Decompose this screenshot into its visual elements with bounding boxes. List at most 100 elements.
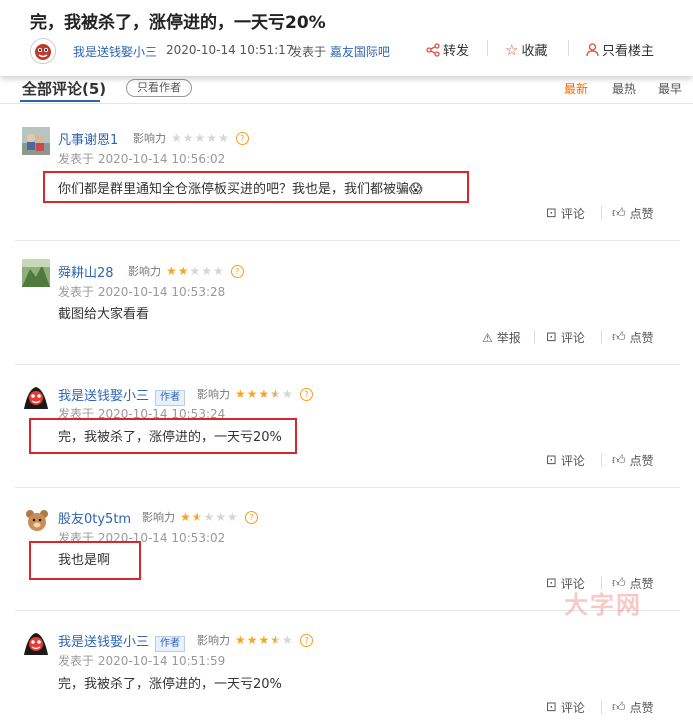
comment-user-name: 我是送钱娶小三 [58,635,150,650]
comment-user[interactable]: 股友0ty5tm [58,508,131,527]
post-time: 2020-10-14 10:51:17 [166,43,294,57]
comment-time: 发表于 2020-10-14 10:56:02 [58,152,226,166]
only-op-button[interactable]: 只看楼主 [586,40,654,59]
rating-stars: ★★★★★ [235,387,294,401]
source-prefix: 发表于 [290,45,327,59]
comment-user[interactable]: 我是送钱娶小三 作者 [58,385,186,406]
only-author-button[interactable]: 只看作者 [126,79,192,97]
comment-user[interactable]: 舜耕山28 [58,262,114,281]
like-label: 点赞 [629,331,654,345]
only-op-label: 只看楼主 [602,44,655,59]
divider [487,40,488,56]
comment-user-name: 我是送钱娶小三 [58,389,150,404]
thumbs-up-icon: 👍︎ [612,330,626,345]
rating-stars: ★★★★★ [235,633,294,647]
avatar[interactable] [22,127,50,155]
warning-icon: ⚠ [482,330,493,345]
post-title: 完，我被杀了，涨停进的，一天亏20% [30,13,326,33]
influence-label: 影响力 [197,634,230,647]
like-button[interactable]: 👍︎ 点赞 [612,699,654,716]
comment-icon: ⊡ [546,330,557,345]
divider [601,453,602,467]
influence-label: 影响力 [128,265,161,278]
help-icon[interactable]: ? [235,131,249,145]
watermark: 大字网 [564,591,642,619]
sort-newest[interactable]: 最新 [564,80,588,97]
like-label: 点赞 [629,454,654,468]
reply-button[interactable]: ⊡ 评论 [546,699,585,716]
like-button[interactable]: 👍︎ 点赞 [612,205,654,222]
avatar-image [31,39,55,63]
active-tab-indicator [20,100,100,102]
avatar[interactable] [24,508,52,536]
thumbs-up-icon: 👍︎ [612,206,626,221]
reply-button[interactable]: ⊡ 评论 [546,452,585,469]
avatar-image [22,383,50,411]
avatar[interactable] [22,259,50,287]
like-button[interactable]: 👍︎ 点赞 [612,452,654,469]
sort-hottest[interactable]: 最热 [612,80,636,97]
avatar[interactable] [22,383,50,411]
like-label: 点赞 [629,701,654,715]
reply-label: 评论 [560,454,585,468]
comment-text: 我也是啊 [58,553,111,568]
influence: 影响力 ★★★★★ ? [197,632,313,648]
forum-link[interactable]: 嘉友国际吧 [330,45,390,59]
comment-text: 完，我被杀了，涨停进的，一天亏20% [58,677,282,692]
post-header: 完，我被杀了，涨停进的，一天亏20% 我是送钱娶小三 2020-10-14 10… [0,0,693,76]
avatar[interactable] [22,629,50,657]
comment-time: 发表于 2020-10-14 10:51:59 [58,654,226,668]
influence-label: 影响力 [133,132,166,145]
post-author-link[interactable]: 我是送钱娶小三 [73,43,157,60]
comment-time: 发表于 2020-10-14 10:53:28 [58,285,226,299]
avatar-image [24,508,50,534]
comment-text: 你们都是群里通知全仓涨停板买进的吧？我也是，我们都被骗😱 [58,182,423,197]
author-badge: 作者 [155,390,186,406]
comment-divider [15,240,680,241]
author-avatar[interactable] [30,38,56,64]
divider [568,40,569,56]
sort-oldest[interactable]: 最早 [658,80,682,97]
reply-label: 评论 [560,207,585,221]
reply-button[interactable]: ⊡ 评论 [546,329,585,346]
share-label: 转发 [443,44,470,59]
influence: 影响力 ★★★★★ ? [197,386,313,402]
reply-label: 评论 [560,701,585,715]
comment-user[interactable]: 凡事谢恩1 [58,129,118,148]
influence: 影响力 ★★★★★ ? [128,263,244,279]
tab-border [0,103,693,104]
like-button[interactable]: 👍︎ 点赞 [612,329,654,346]
divider [601,700,602,714]
influence-label: 影响力 [142,511,175,524]
share-button[interactable]: 转发 [426,40,469,59]
comment-divider [15,487,680,488]
comment-text: 完，我被杀了，涨停进的，一天亏20% [58,430,282,445]
help-icon[interactable]: ? [230,264,244,278]
avatar-image [22,127,50,155]
comment-icon: ⊡ [546,700,557,715]
comment-icon: ⊡ [546,576,557,591]
help-icon[interactable]: ? [299,387,313,401]
influence: 影响力 ★★★★★ ? [142,509,258,525]
comment-icon: ⊡ [546,206,557,221]
user-icon [586,42,599,56]
author-badge: 作者 [155,636,186,652]
rating-stars: ★★★★★ [171,131,230,145]
tab-all-comments[interactable]: 全部评论(5) [22,78,106,99]
reply-label: 评论 [560,331,585,345]
reply-button[interactable]: ⊡ 评论 [546,205,585,222]
favorite-button[interactable]: ☆ 收藏 [505,40,548,60]
comment-user[interactable]: 我是送钱娶小三 作者 [58,631,186,652]
avatar-image [22,259,50,287]
comment-text: 截图给大家看看 [58,307,150,322]
favorite-label: 收藏 [521,44,548,59]
divider [601,206,602,220]
comment-divider [15,364,680,365]
avatar-image [22,629,50,657]
report-button[interactable]: ⚠ 举报 [482,329,521,346]
share-icon [426,42,440,57]
post-source: 发表于 嘉友国际吧 [290,43,390,60]
help-icon[interactable]: ? [244,510,258,524]
help-icon[interactable]: ? [299,633,313,647]
thumbs-up-icon: 👍︎ [612,453,626,468]
